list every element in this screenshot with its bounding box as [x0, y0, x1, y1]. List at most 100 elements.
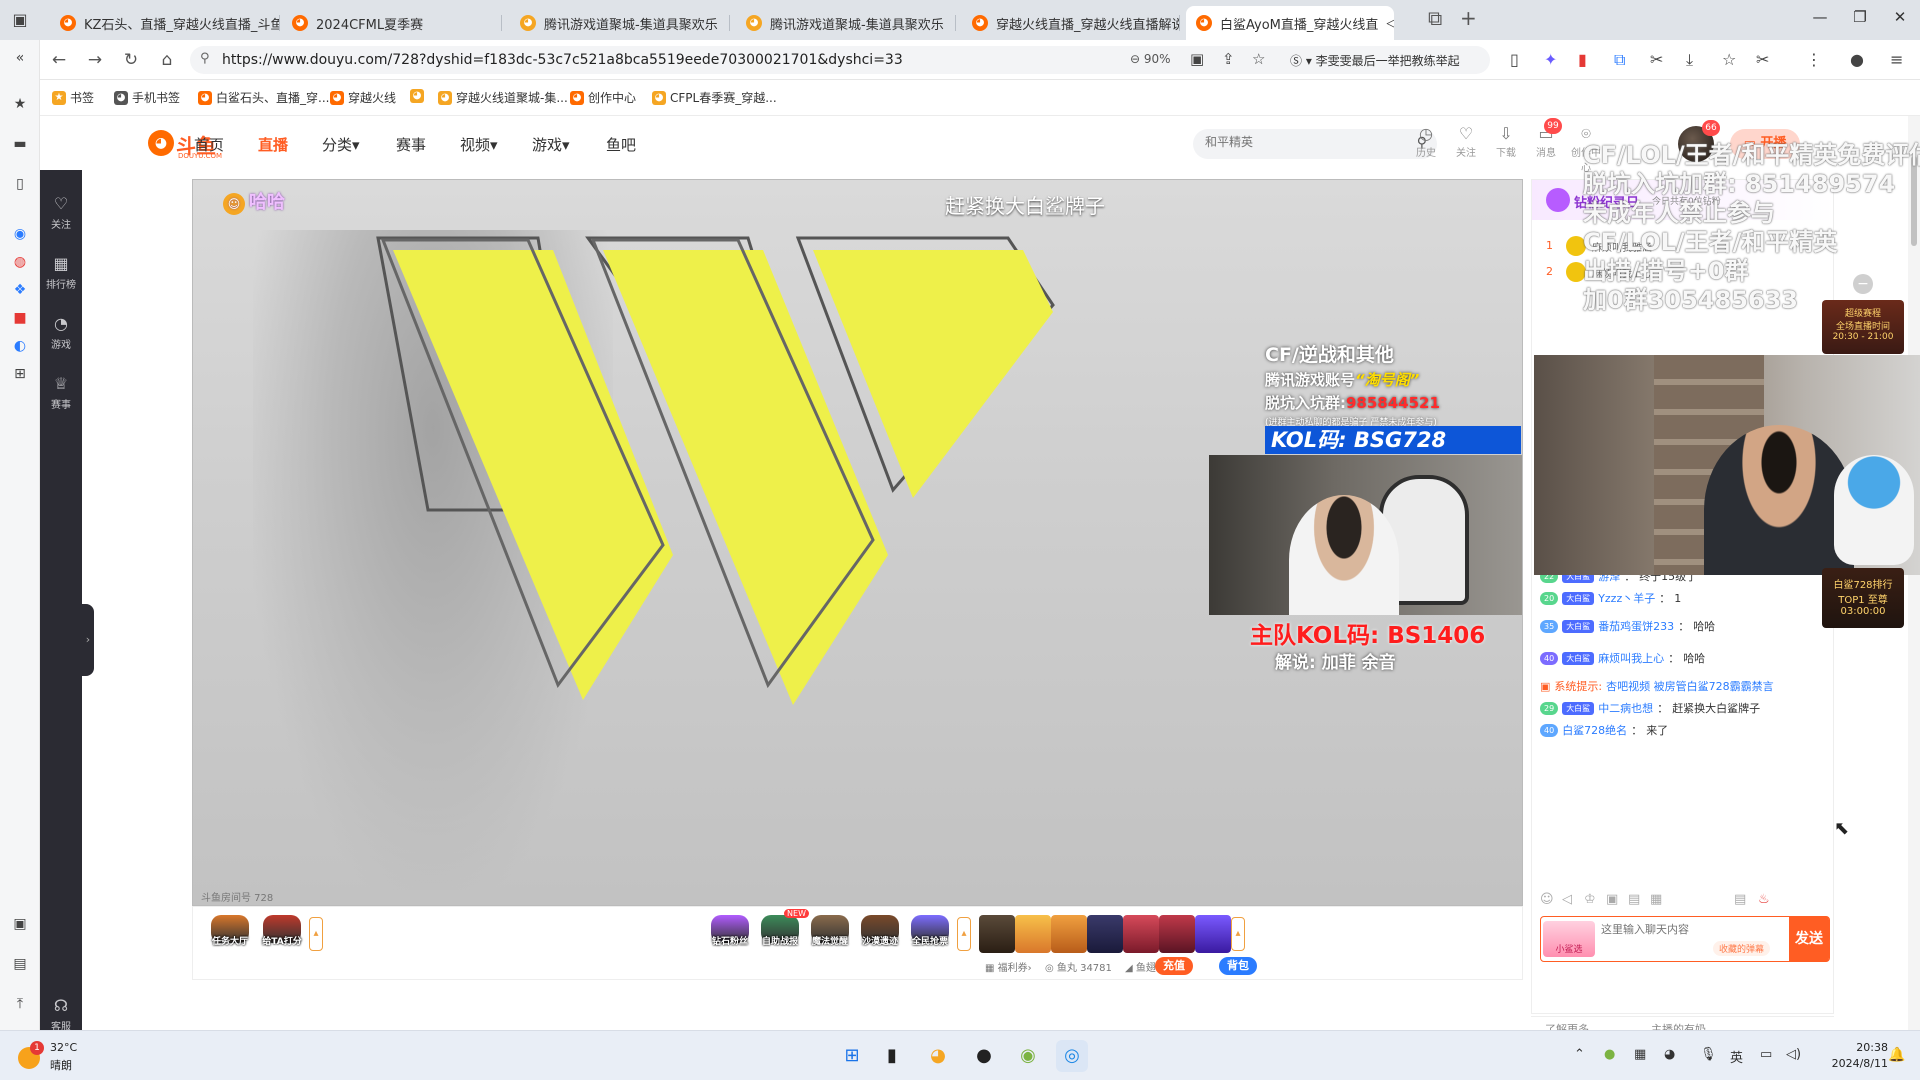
gift-item-1[interactable]: [979, 915, 1015, 953]
expand-gifts-icon[interactable]: ▴: [957, 917, 971, 951]
close-window-icon[interactable]: ✕: [1880, 8, 1920, 26]
app-game-icon[interactable]: ●: [968, 1040, 1000, 1072]
chat-message[interactable]: 40 大白鲨 麻烦叫我上心 ：哈哈: [1540, 650, 1830, 666]
pin-icon[interactable]: ⤒: [10, 994, 30, 1014]
barrage-settings-icon[interactable]: ▤: [1734, 892, 1746, 907]
chat-message[interactable]: 35 大白鲨 番茄鸡蛋饼233 ：哈哈: [1540, 618, 1830, 634]
task-view-icon[interactable]: ▮: [876, 1040, 908, 1072]
microphone-icon[interactable]: 🎙: [1700, 1047, 1717, 1062]
nav-item-2[interactable]: 直播: [258, 134, 288, 155]
bookmark-item[interactable]: ★ 书签: [52, 89, 94, 106]
recharge-button[interactable]: 充值: [1155, 957, 1193, 975]
footer-left[interactable]: 了解更多: [1545, 1021, 1589, 1030]
favorites-icon[interactable]: ☆: [1722, 50, 1736, 69]
chat-username[interactable]: Yzzz丶羊子: [1598, 590, 1655, 606]
gift-item-4[interactable]: [1087, 915, 1123, 953]
welfare-link[interactable]: ▦ 福利券›: [985, 959, 1032, 974]
emoji-icon[interactable]: ☺: [1540, 892, 1554, 907]
chat-username[interactable]: 中二病也想: [1598, 700, 1653, 716]
home-icon[interactable]: ⌂: [156, 49, 178, 71]
chat-input-box[interactable]: 小鲨选 收藏的弹幕 发送: [1540, 916, 1830, 962]
forward-icon[interactable]: →: [84, 49, 106, 71]
bookmark-item[interactable]: ◕ CFPL春季赛_穿越...: [652, 89, 777, 106]
app-raccoon-icon[interactable]: ◕: [922, 1040, 954, 1072]
browser-tab-1[interactable]: ◕ KZ石头、直播_穿越火线直播_斗鱼: [50, 6, 280, 40]
gift-tool-icon[interactable]: ▤: [1628, 892, 1640, 907]
url-text[interactable]: https://www.douyu.com/728?dyshid=f183dc-…: [222, 52, 903, 68]
crown-icon[interactable]: ♔: [1584, 892, 1596, 907]
send-button[interactable]: 发送: [1789, 916, 1829, 962]
app-icon-3[interactable]: ◐: [10, 336, 30, 356]
network-icon[interactable]: ▭: [1760, 1047, 1772, 1062]
gift-button-3[interactable]: 魔法觉醒: [805, 915, 855, 953]
gift-button-2[interactable]: 自助战报 NEW: [755, 909, 809, 953]
download-icon[interactable]: ⤓: [1686, 50, 1693, 70]
pdf-icon[interactable]: ▮: [1578, 50, 1587, 69]
chat-message[interactable]: 29 大白鲨 中二病也想 ：赶紧换大白鲨牌子: [1540, 700, 1830, 716]
nav-item-6[interactable]: 游戏▾: [532, 134, 570, 155]
chat-message[interactable]: 20 大白鲨 Yzzz丶羊子 ： 1: [1540, 590, 1830, 606]
profile-icon[interactable]: ●: [1850, 50, 1864, 69]
browser-tab-6[interactable]: ◕白鲨AyoM直播_穿越火线直◁)✕: [1186, 6, 1394, 40]
chat-input[interactable]: [1601, 923, 1751, 936]
bell-icon[interactable]: ♨: [1758, 892, 1770, 907]
gift-button-1[interactable]: 钻石粉丝: [705, 915, 755, 953]
app-icon-1[interactable]: ◍: [10, 252, 30, 272]
header-icon-4[interactable]: ▭ 消息 99: [1528, 118, 1564, 159]
bookmark-item[interactable]: ◕ 手机书签: [114, 89, 180, 106]
url-bar[interactable]: ⚲ https://www.douyu.com/728?dyshid=f183d…: [190, 46, 1490, 74]
phone-icon[interactable]: ▯: [1510, 50, 1519, 69]
search-app-icon[interactable]: ◉: [10, 224, 30, 244]
back-icon[interactable]: ←: [48, 49, 70, 71]
gift-button-5[interactable]: 全民抢票: [905, 915, 955, 953]
gift-item-7[interactable]: [1195, 915, 1231, 953]
site-sidebar-item-4[interactable]: ♕ 赛事: [40, 374, 82, 411]
screenshot-icon[interactable]: ✂: [1650, 50, 1663, 69]
ai-icon[interactable]: ✦: [1544, 50, 1557, 69]
more-menu-icon[interactable]: ⋮: [1806, 50, 1822, 69]
sticker-button[interactable]: 小鲨选: [1543, 921, 1595, 957]
nav-item-3[interactable]: 分类▾: [322, 134, 360, 155]
bookmark-item[interactable]: ◕: [410, 89, 428, 103]
grid-icon[interactable]: ▦: [1650, 892, 1662, 907]
site-search[interactable]: ⚲: [1193, 129, 1437, 159]
tab-audio-icon[interactable]: ◁): [1386, 16, 1394, 31]
zoom-level[interactable]: ⊖ 90%: [1130, 52, 1171, 66]
weather-widget[interactable]: 1 32°C 晴朗: [18, 1039, 128, 1073]
tray-qq-icon[interactable]: ◕: [1664, 1047, 1675, 1062]
reader-icon[interactable]: ▣: [1190, 50, 1204, 68]
browser-tab-4[interactable]: ◕ 腾讯游戏道聚城-集道具聚欢乐: [736, 6, 956, 40]
nav-item-4[interactable]: 赛事: [396, 134, 426, 155]
ranking-ad[interactable]: 白鲨728排行 TOP1 至尊 03:00:00: [1822, 568, 1904, 628]
scissors-icon[interactable]: ✂: [1756, 50, 1769, 69]
gift-item-2[interactable]: [1015, 915, 1051, 953]
chat-message[interactable]: 40 白鲨728绝名 ：来了: [1540, 722, 1830, 738]
bookmark-item[interactable]: ◕ 穿越火线: [330, 89, 396, 106]
expand-left-gifts-icon[interactable]: ▴: [309, 917, 323, 951]
minimize-icon[interactable]: —: [1800, 8, 1840, 26]
backpack-button[interactable]: 背包: [1219, 957, 1257, 975]
gift-button-1[interactable]: 任务大厅: [205, 915, 255, 953]
briefcase-icon[interactable]: ▤: [10, 954, 30, 974]
app-icon-2[interactable]: ■: [10, 308, 30, 328]
browser-tab-5[interactable]: ◕ 穿越火线直播_穿越火线直播解说: [962, 6, 1180, 40]
gift-item-5[interactable]: [1123, 915, 1159, 953]
video-icon[interactable]: ▣: [10, 914, 30, 934]
expand-gifts-right-icon[interactable]: ▴: [1231, 917, 1245, 951]
chat-username[interactable]: 番茄鸡蛋饼233: [1598, 618, 1674, 634]
clock[interactable]: 20:38 2024/8/11: [1808, 1040, 1888, 1072]
notification-bell-icon[interactable]: 🔔: [1888, 1047, 1905, 1063]
add-app-icon[interactable]: ⊞: [10, 364, 30, 384]
gift-button-4[interactable]: 沙漠遗迹: [855, 915, 905, 953]
hamburger-icon[interactable]: ≡: [1890, 50, 1903, 69]
megaphone-icon[interactable]: ◁: [1562, 892, 1572, 907]
collapse-icon[interactable]: «: [10, 48, 30, 68]
chat-message[interactable]: ▣ 系统提示: 杏吧视频 被房管白鲨728霸霸禁言: [1540, 678, 1830, 694]
bookmark-item[interactable]: ◕ 创作中心: [570, 89, 636, 106]
video-player[interactable]: ☺ 哈哈 赶紧换大白鲨牌子 CF/逆战和其他 腾讯游戏账号“淘号阁” 脱坑入坑群:…: [192, 179, 1523, 906]
app-wechat-icon[interactable]: ◉: [1012, 1040, 1044, 1072]
footer-right[interactable]: 主播的有奶: [1651, 1021, 1706, 1030]
browser-tab-2[interactable]: ◕ 2024CFML夏季赛: [282, 6, 502, 40]
nav-item-1[interactable]: 首页: [194, 134, 224, 155]
reload-icon[interactable]: ↻: [120, 49, 142, 71]
